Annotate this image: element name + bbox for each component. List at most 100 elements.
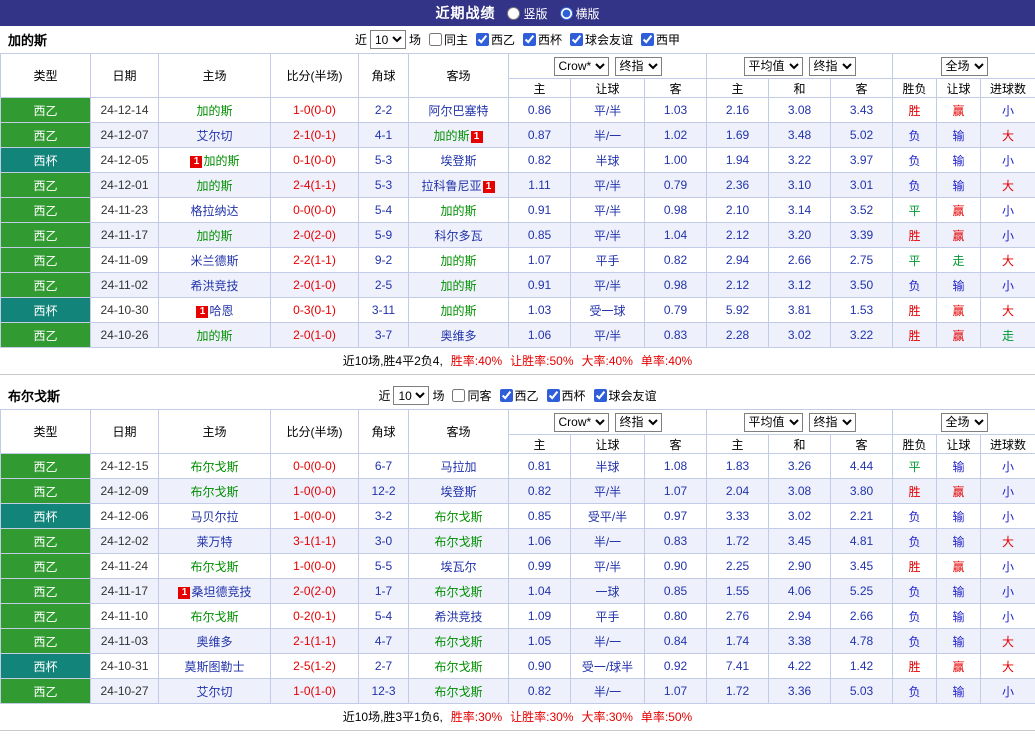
scope-select[interactable]: 全场	[941, 413, 988, 432]
match-count-select[interactable]: 10	[370, 30, 406, 49]
avg-home-odds: 1.83	[707, 454, 769, 479]
corners: 2-5	[359, 273, 409, 298]
filter-checkbox-option[interactable]: 西乙	[500, 387, 539, 404]
result-handicap: 输	[937, 579, 981, 604]
scope-select[interactable]: 全场	[941, 57, 988, 76]
away-team[interactable]: 奥维多	[409, 323, 509, 348]
filter-checkbox[interactable]	[570, 33, 583, 46]
match-count-select[interactable]: 10	[393, 386, 429, 405]
away-team[interactable]: 布尔戈斯	[409, 579, 509, 604]
away-team[interactable]: 布尔戈斯	[409, 679, 509, 704]
away-team[interactable]: 加的斯	[409, 198, 509, 223]
home-team[interactable]: 布尔戈斯	[159, 604, 271, 629]
odds-handicap: 一球	[571, 579, 645, 604]
home-team[interactable]: 加的斯	[159, 173, 271, 198]
odds-stage-select[interactable]: 终指	[615, 57, 662, 76]
home-team[interactable]: 莱万特	[159, 529, 271, 554]
filter-checkbox-option[interactable]: 西杯	[547, 387, 586, 404]
away-team[interactable]: 科尔多瓦	[409, 223, 509, 248]
odds-stage-select[interactable]: 终指	[615, 413, 662, 432]
home-team[interactable]: 艾尔切	[159, 123, 271, 148]
home-team[interactable]: 加的斯	[159, 223, 271, 248]
away-team[interactable]: 埃登斯	[409, 148, 509, 173]
home-team[interactable]: 1桑坦德竞技	[159, 579, 271, 604]
average-stage-select[interactable]: 终指	[809, 57, 856, 76]
filter-checkbox-option[interactable]: 西甲	[641, 31, 680, 48]
bookmaker-select[interactable]: Crow*	[554, 57, 609, 76]
match-date: 24-10-27	[91, 679, 159, 704]
filter-checkbox[interactable]	[523, 33, 536, 46]
away-team[interactable]: 布尔戈斯	[409, 504, 509, 529]
filter-checkbox-option[interactable]: 西乙	[476, 31, 515, 48]
home-team[interactable]: 布尔戈斯	[159, 479, 271, 504]
filter-checkbox-option[interactable]: 球会友谊	[594, 387, 657, 404]
average-stage-select[interactable]: 终指	[809, 413, 856, 432]
odds-home: 1.06	[509, 529, 571, 554]
home-team[interactable]: 希洪竞技	[159, 273, 271, 298]
away-team[interactable]: 加的斯	[409, 298, 509, 323]
home-team[interactable]: 格拉纳达	[159, 198, 271, 223]
filter-checkbox-option[interactable]: 同主	[429, 31, 468, 48]
filter-checkbox[interactable]	[476, 33, 489, 46]
odds-handicap: 平/半	[571, 198, 645, 223]
odds-handicap: 平/半	[571, 173, 645, 198]
filter-checkbox[interactable]	[641, 33, 654, 46]
layout-option-horizontal[interactable]: 横版	[560, 5, 600, 22]
home-team[interactable]: 布尔戈斯	[159, 454, 271, 479]
summary-stat: 单率:40%	[641, 352, 692, 369]
filter-checkbox-option[interactable]: 同客	[452, 387, 491, 404]
odds-home: 0.85	[509, 223, 571, 248]
away-team[interactable]: 布尔戈斯	[409, 529, 509, 554]
away-team[interactable]: 马拉加	[409, 454, 509, 479]
odds-away: 0.84	[645, 629, 707, 654]
layout-radio[interactable]	[507, 7, 520, 20]
match-row: 西杯24-12-051加的斯0-1(0-0)5-3埃登斯0.82半球1.001.…	[1, 148, 1035, 173]
odds-away: 0.79	[645, 173, 707, 198]
odds-home: 0.90	[509, 654, 571, 679]
odds-away: 0.79	[645, 298, 707, 323]
league-badge: 西乙	[1, 248, 91, 273]
home-team[interactable]: 马贝尔拉	[159, 504, 271, 529]
avg-away-odds: 4.81	[831, 529, 893, 554]
odds-handicap-header: 让球	[571, 79, 645, 98]
layout-option-label: 横版	[576, 5, 600, 22]
away-team[interactable]: 阿尔巴塞特	[409, 98, 509, 123]
home-team[interactable]: 米兰德斯	[159, 248, 271, 273]
away-team[interactable]: 埃瓦尔	[409, 554, 509, 579]
home-team[interactable]: 1哈恩	[159, 298, 271, 323]
bookmaker-select[interactable]: Crow*	[554, 413, 609, 432]
home-team[interactable]: 莫斯图勒士	[159, 654, 271, 679]
home-team[interactable]: 艾尔切	[159, 679, 271, 704]
home-team[interactable]: 加的斯	[159, 98, 271, 123]
away-team[interactable]: 加的斯	[409, 248, 509, 273]
filter-checkbox-option[interactable]: 球会友谊	[570, 31, 633, 48]
filter-bar: 近10场同主西乙西杯球会友谊西甲	[355, 30, 680, 49]
home-team[interactable]: 1加的斯	[159, 148, 271, 173]
home-team[interactable]: 布尔戈斯	[159, 554, 271, 579]
away-column-header: 客场	[409, 54, 509, 98]
team-name-text: 莱万特	[196, 535, 232, 549]
filter-checkbox[interactable]	[452, 389, 465, 402]
odds-handicap: 半/一	[571, 529, 645, 554]
filter-checkbox-option[interactable]: 西杯	[523, 31, 562, 48]
away-team[interactable]: 拉科鲁尼亚1	[409, 173, 509, 198]
layout-radio[interactable]	[560, 7, 573, 20]
match-row: 西乙24-10-27艾尔切1-0(1-0)12-3布尔戈斯0.82半/一1.07…	[1, 679, 1035, 704]
odds-handicap: 半/一	[571, 679, 645, 704]
average-select[interactable]: 平均值	[744, 57, 803, 76]
away-team[interactable]: 布尔戈斯	[409, 654, 509, 679]
filter-checkbox[interactable]	[500, 389, 513, 402]
home-team[interactable]: 加的斯	[159, 323, 271, 348]
home-team[interactable]: 奥维多	[159, 629, 271, 654]
away-team[interactable]: 希洪竞技	[409, 604, 509, 629]
filter-checkbox[interactable]	[429, 33, 442, 46]
result-outcome: 负	[893, 629, 937, 654]
away-team[interactable]: 埃登斯	[409, 479, 509, 504]
away-team[interactable]: 布尔戈斯	[409, 629, 509, 654]
layout-option-vertical[interactable]: 竖版	[507, 5, 547, 22]
away-team[interactable]: 加的斯	[409, 273, 509, 298]
average-select[interactable]: 平均值	[744, 413, 803, 432]
filter-checkbox[interactable]	[547, 389, 560, 402]
away-team[interactable]: 加的斯1	[409, 123, 509, 148]
filter-checkbox[interactable]	[594, 389, 607, 402]
